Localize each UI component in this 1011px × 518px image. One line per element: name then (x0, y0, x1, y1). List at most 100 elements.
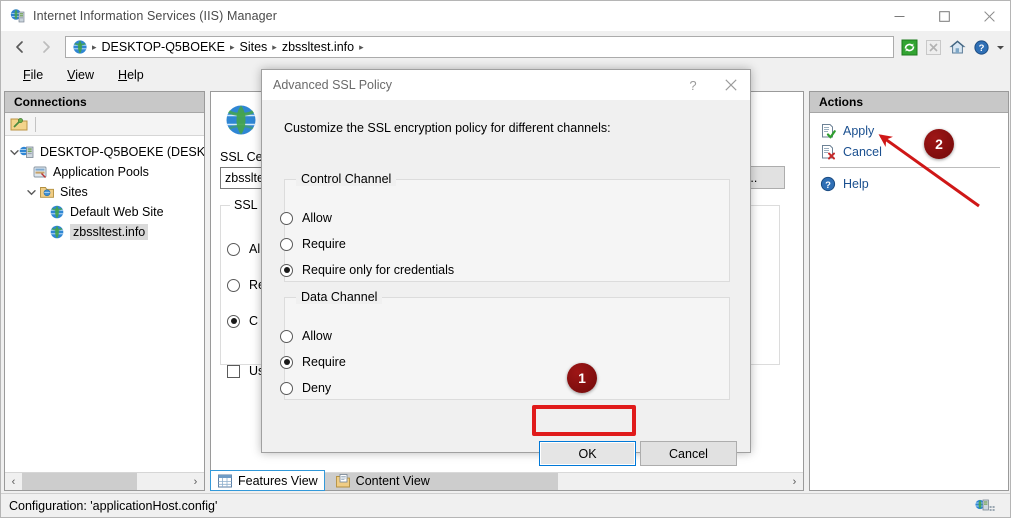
breadcrumb-separator: ▸ (359, 41, 364, 52)
view-tabs: Features View Content View (210, 469, 804, 492)
tree-node-sites[interactable]: Sites (5, 182, 204, 202)
action-label: Cancel (843, 144, 882, 159)
data-channel-legend: Data Channel (296, 290, 383, 304)
radio-label: Require only for credentials (302, 263, 455, 277)
connections-header: Connections (5, 92, 204, 113)
data-channel-radio-deny[interactable]: Deny (280, 381, 331, 395)
breadcrumb-item-server[interactable]: DESKTOP-Q5BOEKE (98, 40, 229, 54)
data-channel-radio-require[interactable]: Require (280, 355, 346, 369)
annotation-badge-1: 1 (567, 363, 597, 393)
dialog-titlebar: Advanced SSL Policy ? (262, 70, 750, 101)
radio-indicator-selected[interactable] (280, 355, 293, 369)
cancel-x-icon (820, 144, 836, 160)
dialog-ok-button[interactable]: OK (539, 441, 636, 466)
dropdown-arrow-icon[interactable] (994, 36, 1006, 58)
refresh-icon[interactable] (898, 36, 920, 58)
breadcrumb-globe-icon (72, 39, 88, 55)
menu-file-rest: ile (30, 68, 44, 82)
page-header-globe-icon (223, 102, 259, 138)
menu-file[interactable]: File (11, 65, 55, 85)
help-icon[interactable]: ? (970, 36, 992, 58)
ssl-policy-radio-allow[interactable]: Al (227, 242, 260, 256)
apply-check-icon (820, 123, 836, 139)
radio-indicator[interactable] (280, 381, 293, 395)
tab-features-view[interactable]: Features View (210, 470, 325, 491)
chevron-down-icon[interactable] (10, 148, 19, 157)
radio-indicator[interactable] (280, 237, 293, 251)
iis-status-icon (974, 497, 996, 513)
tree-node-application-pools[interactable]: Application Pools (5, 162, 204, 182)
action-cancel[interactable]: Cancel (810, 141, 1008, 162)
radio-indicator[interactable] (227, 242, 240, 256)
site-globe-icon (49, 224, 65, 240)
content-view-icon (335, 473, 351, 489)
tree-node-server[interactable]: DESKTOP-Q5BOEKE (DESKTO (5, 142, 204, 162)
home-icon[interactable] (946, 36, 968, 58)
connections-hscrollbar[interactable]: ‹ › (5, 472, 204, 490)
breadcrumb-item-site[interactable]: zbssltest.info (278, 40, 358, 54)
radio-label: Al (249, 242, 261, 256)
dialog-help-button[interactable]: ? (674, 70, 712, 100)
ssl-certificate-label: SSL Ce (220, 150, 263, 164)
action-apply[interactable]: Apply (810, 120, 1008, 141)
connections-toolbar (5, 113, 204, 136)
svg-text:?: ? (978, 43, 984, 54)
tree-node-default-web-site[interactable]: Default Web Site (5, 202, 204, 222)
chevron-down-icon[interactable] (24, 188, 39, 197)
radio-label: Allow (302, 329, 332, 343)
action-label: Help (843, 176, 869, 191)
forward-button[interactable] (33, 35, 59, 59)
control-channel-radio-allow[interactable]: Allow (280, 211, 332, 225)
radio-indicator[interactable] (280, 211, 293, 225)
radio-label: C (249, 314, 259, 328)
breadcrumb[interactable]: ▸ DESKTOP-Q5BOEKE ▸ Sites ▸ zbssltest.in… (65, 36, 894, 58)
menu-help[interactable]: Help (106, 65, 156, 85)
tree-label-selected: zbssltest.info (70, 224, 149, 240)
dialog-close-button[interactable] (712, 70, 750, 100)
ssl-policy-radio-custom[interactable]: C (227, 314, 258, 328)
ssl-use-checkbox[interactable]: Us (227, 364, 264, 378)
minimize-button[interactable] (877, 1, 922, 31)
menu-view-rest: iew (75, 68, 95, 82)
help-circle-icon: ? (820, 176, 836, 192)
add-connection-icon[interactable] (10, 116, 28, 132)
control-channel-radio-require[interactable]: Require (280, 237, 346, 251)
checkbox-indicator[interactable] (227, 364, 240, 378)
data-channel-radio-allow[interactable]: Allow (280, 329, 332, 343)
tab-content-view[interactable]: Content View (329, 470, 436, 491)
action-help[interactable]: ? Help (810, 173, 1008, 194)
address-bar-tools: ? (898, 36, 1010, 58)
radio-indicator[interactable] (280, 329, 293, 343)
stop-icon (922, 36, 944, 58)
ssl-certificate-value: zbsslte (225, 171, 264, 185)
scroll-right-arrow-icon[interactable]: › (187, 476, 204, 488)
radio-indicator[interactable] (227, 278, 240, 292)
radio-label: Require (302, 355, 346, 369)
dialog-cancel-button[interactable]: Cancel (640, 441, 737, 466)
control-channel-radio-require-only-for-credentials[interactable]: Require only for credentials (280, 263, 454, 277)
action-label: Apply (843, 123, 875, 138)
back-button[interactable] (7, 35, 33, 59)
tree-node-zbssltest-info[interactable]: zbssltest.info (5, 222, 204, 242)
address-bar: ▸ DESKTOP-Q5BOEKE ▸ Sites ▸ zbssltest.in… (1, 31, 1010, 63)
connections-pane: Connections DESKTOP-Q5BOEKE (DESK Applic… (4, 91, 205, 491)
ssl-policy-radio-require[interactable]: Re (227, 278, 265, 292)
close-button[interactable] (967, 1, 1010, 31)
scroll-track[interactable] (22, 473, 187, 490)
iis-manager-window: Internet Information Services (IIS) Mana… (0, 0, 1011, 518)
scroll-left-arrow-icon[interactable]: ‹ (5, 476, 22, 488)
menu-view[interactable]: View (55, 65, 106, 85)
menu-help-label: H (118, 68, 128, 82)
radio-indicator-selected[interactable] (280, 263, 293, 277)
radio-indicator-selected[interactable] (227, 314, 240, 328)
svg-text:?: ? (825, 179, 831, 190)
advanced-ssl-policy-dialog: Advanced SSL Policy ? Customize the SSL … (261, 69, 751, 466)
site-globe-icon (49, 204, 65, 220)
breadcrumb-item-sites[interactable]: Sites (235, 40, 271, 54)
actions-header: Actions (810, 92, 1008, 113)
maximize-button[interactable] (922, 1, 967, 31)
window-title: Internet Information Services (IIS) Mana… (33, 9, 277, 23)
scroll-thumb[interactable] (22, 473, 137, 490)
actions-list: Apply Cancel ? Help (810, 113, 1008, 194)
tree-label: Application Pools (53, 165, 149, 179)
